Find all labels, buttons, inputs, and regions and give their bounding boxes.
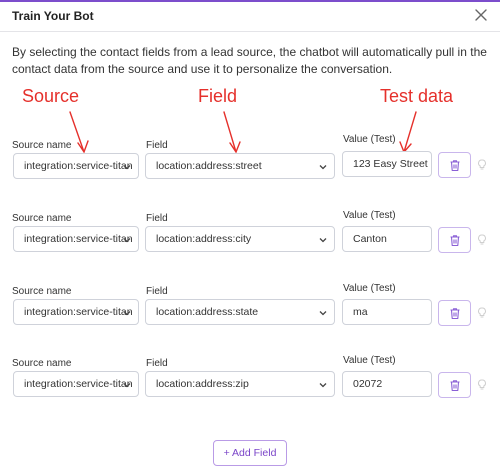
field-select[interactable]: location:address:city xyxy=(145,226,335,252)
source-name-label: Source name xyxy=(12,213,72,224)
field-value: location:address:street xyxy=(156,160,262,172)
delete-row-button[interactable] xyxy=(438,300,471,326)
add-field-button[interactable]: + Add Field xyxy=(213,440,287,466)
source-name-select[interactable]: integration:service-titan xyxy=(13,371,139,397)
field-value: location:address:city xyxy=(156,233,252,245)
field-value: location:address:state xyxy=(156,306,259,318)
source-name-value: integration:service-titan xyxy=(24,233,133,245)
field-select[interactable]: location:address:state xyxy=(145,299,335,325)
annotation-source: Source xyxy=(22,86,80,106)
field-value: location:address:zip xyxy=(156,378,249,390)
annotation-test-data: Test data xyxy=(380,86,454,106)
source-name-select[interactable]: integration:service-titan xyxy=(13,299,139,325)
value-test-label: Value (Test) xyxy=(343,210,396,221)
chevron-down-icon xyxy=(123,238,131,243)
value-test-input[interactable]: 02072 xyxy=(342,371,432,397)
lightbulb-icon xyxy=(478,234,486,245)
dialog-title: Train Your Bot xyxy=(12,9,94,23)
field-mapping-row: Source name Field Value (Test) integrati… xyxy=(0,279,500,339)
field-select[interactable]: location:address:street xyxy=(145,153,335,179)
source-name-label: Source name xyxy=(12,140,72,151)
chevron-down-icon xyxy=(319,311,327,316)
delete-row-button[interactable] xyxy=(438,152,471,178)
source-name-select[interactable]: integration:service-titan xyxy=(13,153,139,179)
field-label: Field xyxy=(146,286,168,297)
field-mapping-row: Source name Field Value (Test) integrati… xyxy=(0,133,500,193)
field-label: Field xyxy=(146,358,168,369)
trash-icon xyxy=(450,308,460,320)
source-name-value: integration:service-titan xyxy=(24,378,133,390)
field-mapping-row: Source name Field Value (Test) integrati… xyxy=(0,206,500,266)
chevron-down-icon xyxy=(123,383,131,388)
trash-icon xyxy=(450,160,460,172)
source-name-value: integration:service-titan xyxy=(24,160,133,172)
value-test-input[interactable]: ma xyxy=(342,299,432,325)
value-test-label: Value (Test) xyxy=(343,134,396,145)
value-test-input[interactable]: 123 Easy Street xyxy=(342,151,432,177)
source-name-select[interactable]: integration:service-titan xyxy=(13,226,139,252)
chevron-down-icon xyxy=(319,165,327,170)
annotation-field: Field xyxy=(198,86,238,106)
chevron-down-icon xyxy=(123,165,131,170)
close-icon[interactable] xyxy=(472,6,490,24)
chevron-down-icon xyxy=(319,238,327,243)
trash-icon xyxy=(450,235,460,247)
dialog-description: By selecting the contact fields from a l… xyxy=(12,45,487,76)
field-select[interactable]: location:address:zip xyxy=(145,371,335,397)
delete-row-button[interactable] xyxy=(438,372,471,398)
field-label: Field xyxy=(146,140,168,151)
source-name-label: Source name xyxy=(12,358,72,369)
lightbulb-icon xyxy=(478,379,486,390)
value-test-label: Value (Test) xyxy=(343,355,396,366)
header-divider xyxy=(0,31,500,32)
value-test-label: Value (Test) xyxy=(343,283,396,294)
value-test-input[interactable]: Canton xyxy=(342,226,432,252)
field-mapping-row: Source name Field Value (Test) integrati… xyxy=(0,351,500,411)
trash-icon xyxy=(450,380,460,392)
field-label: Field xyxy=(146,213,168,224)
lightbulb-icon xyxy=(478,307,486,318)
source-name-label: Source name xyxy=(12,286,72,297)
lightbulb-icon xyxy=(478,159,486,170)
source-name-value: integration:service-titan xyxy=(24,306,133,318)
top-accent-bar xyxy=(0,0,500,2)
chevron-down-icon xyxy=(319,383,327,388)
delete-row-button[interactable] xyxy=(438,227,471,253)
chevron-down-icon xyxy=(123,311,131,316)
